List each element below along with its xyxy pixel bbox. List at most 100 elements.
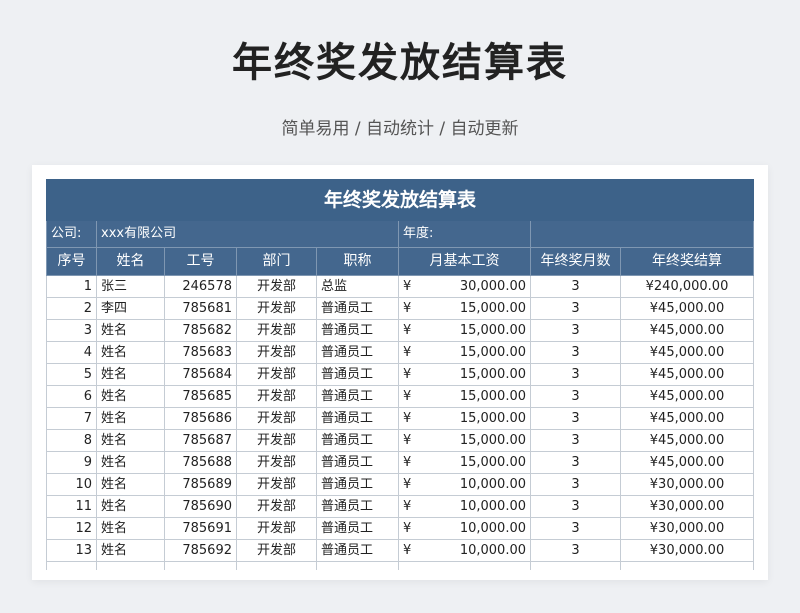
cell-bonus-total[interactable]: ¥45,000.00: [619, 297, 755, 320]
col-bonus-header[interactable]: 年终奖结算: [619, 247, 755, 276]
cell-bonus-months[interactable]: 3: [530, 451, 621, 474]
cell-employee-id[interactable]: 785691: [164, 517, 237, 540]
cell-no[interactable]: 13: [46, 539, 97, 562]
cell-bonus-months[interactable]: 3: [530, 275, 621, 298]
cell-bonus-months[interactable]: 3: [530, 407, 621, 430]
cell-employee-id[interactable]: 785692: [164, 539, 237, 562]
cell-bonus-total[interactable]: ¥45,000.00: [619, 407, 755, 430]
cell-name[interactable]: 姓名: [96, 407, 165, 430]
cell-dept[interactable]: 开发部: [236, 341, 317, 364]
cell-no[interactable]: 5: [46, 363, 97, 386]
cell-dept[interactable]: 开发部: [236, 451, 317, 474]
cell-salary[interactable]: ¥15,000.00: [398, 385, 531, 408]
cell-no[interactable]: 6: [46, 385, 97, 408]
cell-dept[interactable]: 开发部: [236, 363, 317, 386]
cell-bonus-total[interactable]: ¥30,000.00: [619, 473, 755, 496]
cell-job-title[interactable]: 普通员工: [316, 539, 399, 562]
cell-job-title[interactable]: 普通员工: [316, 451, 399, 474]
cell-job-title[interactable]: 普通员工: [316, 495, 399, 518]
cell-bonus-months[interactable]: 3: [530, 385, 621, 408]
cell-no[interactable]: 4: [46, 341, 97, 364]
cell-name[interactable]: 姓名: [96, 451, 165, 474]
cell-job-title[interactable]: 普通员工: [316, 385, 399, 408]
cell-salary[interactable]: ¥10,000.00: [398, 495, 531, 518]
cell-bonus-total[interactable]: ¥45,000.00: [619, 319, 755, 342]
col-months-header[interactable]: 年终奖月数: [530, 247, 621, 276]
cell-employee-id[interactable]: 785686: [164, 407, 237, 430]
cell-dept[interactable]: 开发部: [236, 275, 317, 298]
cell-employee-id[interactable]: 785684: [164, 363, 237, 386]
cell-name[interactable]: 姓名: [96, 495, 165, 518]
cell-bonus-total[interactable]: ¥45,000.00: [619, 385, 755, 408]
cell-employee-id[interactable]: 785681: [164, 297, 237, 320]
empty-cell[interactable]: [164, 561, 237, 570]
cell-job-title[interactable]: 普通员工: [316, 473, 399, 496]
cell-bonus-months[interactable]: 3: [530, 473, 621, 496]
cell-bonus-months[interactable]: 3: [530, 517, 621, 540]
cell-dept[interactable]: 开发部: [236, 319, 317, 342]
cell-no[interactable]: 12: [46, 517, 97, 540]
cell-salary[interactable]: ¥15,000.00: [398, 319, 531, 342]
cell-salary[interactable]: ¥15,000.00: [398, 363, 531, 386]
cell-salary[interactable]: ¥15,000.00: [398, 297, 531, 320]
cell-name[interactable]: 姓名: [96, 539, 165, 562]
year-value[interactable]: [529, 220, 755, 248]
cell-salary[interactable]: ¥15,000.00: [398, 429, 531, 452]
company-value[interactable]: xxx有限公司: [96, 220, 399, 248]
cell-bonus-total[interactable]: ¥30,000.00: [619, 517, 755, 540]
cell-no[interactable]: 9: [46, 451, 97, 474]
empty-cell[interactable]: [530, 561, 621, 570]
empty-cell[interactable]: [619, 561, 755, 570]
cell-name[interactable]: 姓名: [96, 517, 165, 540]
empty-cell[interactable]: [398, 561, 531, 570]
cell-dept[interactable]: 开发部: [236, 517, 317, 540]
cell-bonus-months[interactable]: 3: [530, 539, 621, 562]
cell-bonus-total[interactable]: ¥45,000.00: [619, 363, 755, 386]
col-dept-header[interactable]: 部门: [236, 247, 317, 276]
cell-employee-id[interactable]: 785682: [164, 319, 237, 342]
cell-name[interactable]: 张三: [96, 275, 165, 298]
cell-bonus-total[interactable]: ¥45,000.00: [619, 341, 755, 364]
cell-job-title[interactable]: 普通员工: [316, 319, 399, 342]
cell-no[interactable]: 7: [46, 407, 97, 430]
cell-no[interactable]: 1: [46, 275, 97, 298]
cell-bonus-total[interactable]: ¥45,000.00: [619, 429, 755, 452]
cell-name[interactable]: 姓名: [96, 363, 165, 386]
cell-dept[interactable]: 开发部: [236, 429, 317, 452]
cell-name[interactable]: 姓名: [96, 429, 165, 452]
cell-no[interactable]: 2: [46, 297, 97, 320]
cell-job-title[interactable]: 普通员工: [316, 363, 399, 386]
cell-job-title[interactable]: 普通员工: [316, 407, 399, 430]
cell-salary[interactable]: ¥30,000.00: [398, 275, 531, 298]
cell-salary[interactable]: ¥10,000.00: [398, 473, 531, 496]
cell-job-title[interactable]: 普通员工: [316, 341, 399, 364]
cell-bonus-months[interactable]: 3: [530, 297, 621, 320]
cell-bonus-months[interactable]: 3: [530, 363, 621, 386]
cell-bonus-total[interactable]: ¥30,000.00: [619, 539, 755, 562]
cell-dept[interactable]: 开发部: [236, 407, 317, 430]
cell-employee-id[interactable]: 246578: [164, 275, 237, 298]
cell-job-title[interactable]: 普通员工: [316, 429, 399, 452]
cell-no[interactable]: 3: [46, 319, 97, 342]
cell-bonus-total[interactable]: ¥45,000.00: [619, 451, 755, 474]
cell-bonus-months[interactable]: 3: [530, 429, 621, 452]
cell-dept[interactable]: 开发部: [236, 385, 317, 408]
cell-bonus-months[interactable]: 3: [530, 341, 621, 364]
col-name-header[interactable]: 姓名: [96, 247, 165, 276]
cell-bonus-months[interactable]: 3: [530, 319, 621, 342]
cell-dept[interactable]: 开发部: [236, 495, 317, 518]
cell-name[interactable]: 姓名: [96, 341, 165, 364]
cell-employee-id[interactable]: 785690: [164, 495, 237, 518]
cell-dept[interactable]: 开发部: [236, 473, 317, 496]
cell-employee-id[interactable]: 785685: [164, 385, 237, 408]
empty-cell[interactable]: [46, 561, 97, 570]
cell-no[interactable]: 10: [46, 473, 97, 496]
col-salary-header[interactable]: 月基本工资: [398, 247, 531, 276]
cell-salary[interactable]: ¥15,000.00: [398, 341, 531, 364]
cell-employee-id[interactable]: 785689: [164, 473, 237, 496]
cell-job-title[interactable]: 普通员工: [316, 517, 399, 540]
col-no-header[interactable]: 序号: [46, 247, 97, 276]
cell-salary[interactable]: ¥10,000.00: [398, 517, 531, 540]
cell-job-title[interactable]: 总监: [316, 275, 399, 298]
cell-salary[interactable]: ¥15,000.00: [398, 407, 531, 430]
